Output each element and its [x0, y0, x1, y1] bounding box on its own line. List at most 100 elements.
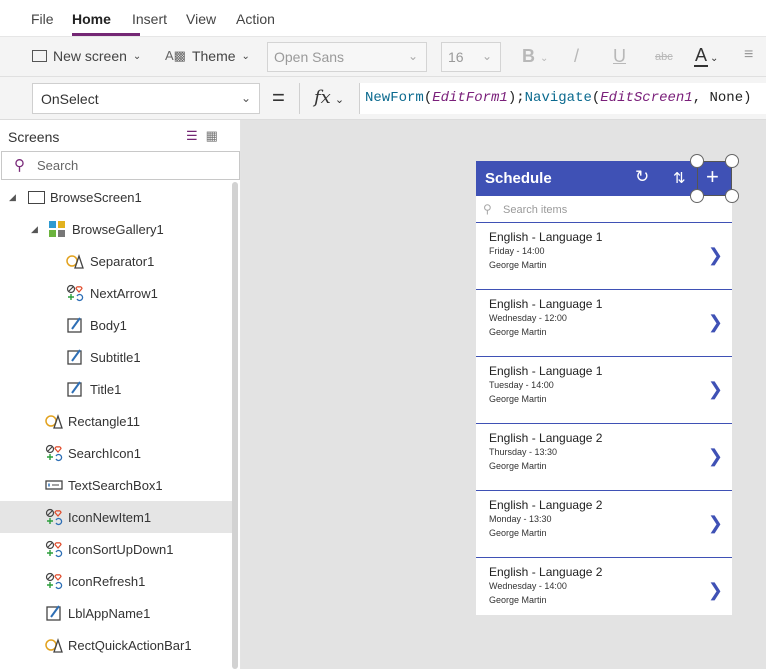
property-select[interactable]: OnSelect ⌄	[32, 83, 260, 114]
tree-item-label: IconRefresh1	[68, 573, 146, 589]
next-arrow-icon[interactable]: ❯	[708, 513, 723, 534]
resize-handle[interactable]	[725, 154, 739, 168]
tree-item-browsegallery1[interactable]: ◢ BrowseGallery1	[0, 213, 232, 245]
textbox-icon	[45, 476, 63, 494]
tree-item-label: Rectangle11	[68, 413, 141, 429]
formula-punct: (	[423, 90, 433, 106]
item-body: George Martin	[489, 260, 547, 270]
next-arrow-icon[interactable]: ❯	[708, 379, 723, 400]
tree-item-browsescreen1[interactable]: ◢ BrowseScreen1	[0, 181, 232, 213]
strikethrough-button[interactable]: abc	[655, 51, 673, 63]
tree-search-placeholder: Search	[37, 158, 79, 173]
tree-item-searchicon1[interactable]: SearchIcon1	[0, 437, 232, 469]
list-item[interactable]: English - Language 2 Thursday - 13:30 Ge…	[476, 424, 732, 491]
formula-input[interactable]: NewForm(EditForm1);Navigate(EditScreen1,…	[359, 83, 766, 114]
theme-label: Theme	[191, 48, 236, 64]
tree-item-iconrefresh1[interactable]: IconRefresh1	[0, 565, 232, 597]
item-subtitle: Wednesday - 14:00	[489, 581, 567, 591]
chevron-down-icon: ⌄	[481, 49, 492, 63]
tree-scrollbar[interactable]	[232, 182, 238, 669]
label-icon	[66, 316, 84, 334]
tree-item-textsearchbox1[interactable]: TextSearchBox1	[0, 469, 232, 501]
tree-item-iconsortupdown1[interactable]: IconSortUpDown1	[0, 533, 232, 565]
new-screen-icon	[32, 50, 47, 62]
sort-up-down-icon[interactable]: ⇅	[673, 169, 686, 187]
next-arrow-icon[interactable]: ❯	[708, 580, 723, 601]
theme-icon: A▩	[165, 48, 186, 63]
screen-icon	[27, 188, 45, 206]
collapse-caret-icon[interactable]: ◢	[31, 224, 38, 235]
formula-punct: , None)	[692, 90, 752, 106]
shape-icon	[45, 636, 63, 654]
tree-item-lblappname1[interactable]: LblAppName1	[0, 597, 232, 629]
app-title: Schedule	[485, 170, 552, 187]
list-item[interactable]: English - Language 1 Friday - 14:00 Geor…	[476, 223, 732, 290]
tree-item-rectquickactionbar1[interactable]: RectQuickActionBar1	[0, 629, 232, 661]
formula-argument: EditScreen1	[600, 90, 693, 106]
menu-home[interactable]: Home	[72, 11, 111, 27]
menu-insert[interactable]: Insert	[132, 11, 167, 27]
list-item[interactable]: English - Language 2 Wednesday - 14:00 G…	[476, 558, 732, 615]
menu-action[interactable]: Action	[236, 11, 275, 27]
font-family-select[interactable]: Open Sans ⌄	[267, 42, 427, 72]
tree-item-nextarrow1[interactable]: NextArrow1	[0, 277, 232, 309]
tree-item-label: NextArrow1	[90, 285, 158, 301]
tree-item-label: BrowseScreen1	[50, 189, 142, 205]
menu-file[interactable]: File	[31, 11, 54, 27]
tree-item-title1[interactable]: Title1	[0, 373, 232, 405]
resize-handle[interactable]	[690, 189, 704, 203]
item-body: George Martin	[489, 394, 547, 404]
tree-item-separator1[interactable]: Separator1	[0, 245, 232, 277]
tree-item-label: BrowseGallery1	[72, 221, 164, 237]
equals-sign: =	[272, 85, 285, 110]
formula-function: NewForm	[365, 90, 424, 106]
bold-button[interactable]: B	[522, 46, 535, 67]
tree-item-label: IconSortUpDown1	[68, 541, 174, 557]
next-arrow-icon[interactable]: ❯	[708, 446, 723, 467]
icon-control-icon	[45, 444, 63, 462]
new-screen-label: New screen	[53, 48, 127, 64]
resize-handle[interactable]	[690, 154, 704, 168]
item-title: English - Language 1	[489, 364, 603, 378]
icon-control-icon	[45, 508, 63, 526]
tree-search-input[interactable]: ⚲ Search	[1, 151, 240, 180]
theme-button[interactable]: A▩ Theme ⌄	[165, 48, 250, 64]
list-view-icon[interactable]: ☰	[186, 128, 198, 144]
tree-item-subtitle1[interactable]: Subtitle1	[0, 341, 232, 373]
tree-item-rectangle11[interactable]: Rectangle11	[0, 405, 232, 437]
label-icon	[45, 604, 63, 622]
tree-item-label: SearchIcon1	[68, 445, 141, 461]
tree-item-label: Subtitle1	[90, 349, 141, 365]
resize-handle[interactable]	[725, 189, 739, 203]
align-icon[interactable]: ≡	[744, 46, 753, 64]
font-size-select[interactable]: 16 ⌄	[441, 42, 501, 72]
item-body: George Martin	[489, 595, 547, 605]
tree-item-label: IconNewItem1	[68, 509, 152, 525]
font-color-button[interactable]: A	[694, 46, 709, 67]
grid-view-icon[interactable]: ▦	[206, 128, 218, 144]
list-item[interactable]: English - Language 1 Wednesday - 12:00 G…	[476, 290, 732, 357]
italic-button[interactable]: /	[574, 46, 579, 67]
underline-button[interactable]: U	[613, 46, 626, 67]
chevron-down-icon: ⌄	[240, 91, 251, 105]
menu-view[interactable]: View	[186, 11, 216, 27]
view-toggle: ☰ ▦	[186, 128, 218, 144]
font-family-value: Open Sans	[274, 49, 345, 65]
tree-item-label: Separator1	[90, 253, 155, 269]
screens-panel: Screens ☰ ▦ ⚲ Search ◢ BrowseScreen1 ◢ B…	[0, 120, 241, 669]
list-item[interactable]: English - Language 1 Tuesday - 14:00 Geo…	[476, 357, 732, 424]
chevron-down-icon: ⌄	[334, 94, 345, 106]
label-icon	[66, 380, 84, 398]
refresh-icon[interactable]: ↻	[635, 167, 649, 187]
new-screen-button[interactable]: New screen ⌄	[32, 48, 141, 64]
next-arrow-icon[interactable]: ❯	[708, 245, 723, 266]
collapse-caret-icon[interactable]: ◢	[9, 192, 16, 203]
fx-button[interactable]: fx ⌄	[299, 83, 359, 114]
tree-item-body1[interactable]: Body1	[0, 309, 232, 341]
app-screen-preview[interactable]: Schedule ↻ ⇅ + ⚲ Search items English - …	[476, 161, 732, 615]
tree-item-iconnewitem1[interactable]: IconNewItem1	[0, 501, 232, 533]
next-arrow-icon[interactable]: ❯	[708, 312, 723, 333]
icon-control-icon	[66, 284, 84, 302]
shape-icon	[66, 252, 84, 270]
list-item[interactable]: English - Language 2 Monday - 13:30 Geor…	[476, 491, 732, 558]
